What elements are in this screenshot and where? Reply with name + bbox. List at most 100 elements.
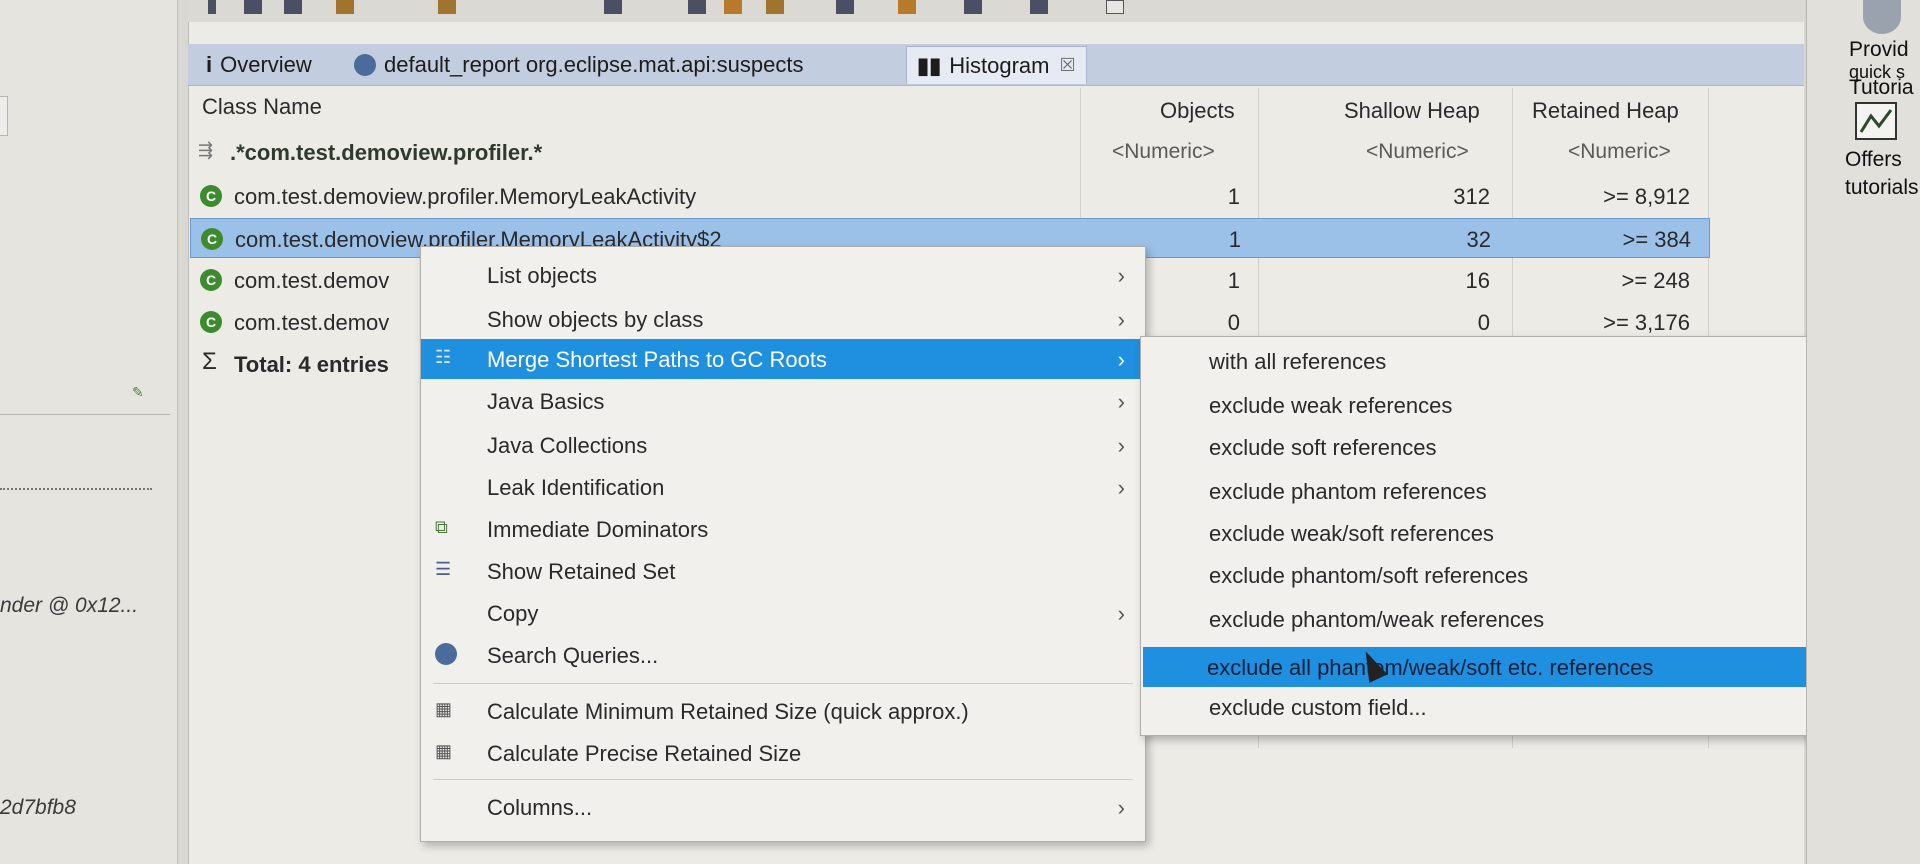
table-row[interactable]: C com.test.demoview.profiler.MemoryLeakA… xyxy=(190,176,1710,216)
regex-icon: ⇶ xyxy=(198,140,214,160)
menu-item-label: Show Retained Set xyxy=(487,559,676,584)
menu-item-label: Leak Identification xyxy=(487,475,665,500)
submenu-item[interactable]: with all references xyxy=(1141,341,1839,381)
toolbar-icon[interactable] xyxy=(208,0,216,14)
chevron-right-icon: › xyxy=(1117,347,1125,372)
tutorial-icon[interactable] xyxy=(1855,102,1897,140)
toolbar-icon[interactable] xyxy=(244,0,262,14)
calculator-icon: ▦ xyxy=(435,741,453,761)
toolbar-icon[interactable] xyxy=(766,0,784,14)
column-header-retained-heap[interactable]: Retained Heap xyxy=(1532,98,1679,124)
total-entries: Total: 4 entries xyxy=(234,352,389,377)
submenu-item-label: with all references xyxy=(1209,349,1387,374)
table-header: Class Name Objects Shallow Heap Retained… xyxy=(190,88,1710,130)
shallow-cell: 32 xyxy=(1466,227,1491,252)
menu-item-java-basics[interactable]: Java Basics › xyxy=(421,381,1145,421)
tab-label: default_report org.eclipse.mat.api:suspe… xyxy=(384,52,804,77)
menu-item-columns[interactable]: Columns... › xyxy=(421,787,1145,827)
search-queries-icon xyxy=(435,643,457,665)
column-header-shallow-heap[interactable]: Shallow Heap xyxy=(1344,98,1480,124)
pin-icon[interactable]: ✎ xyxy=(132,384,144,401)
objects-cell: 1 xyxy=(1227,268,1240,293)
submenu-item-label: exclude all phantom/weak/soft etc. refer… xyxy=(1207,655,1654,680)
objects-filter[interactable]: <Numeric> xyxy=(1112,140,1215,164)
left-pane xyxy=(0,0,178,864)
submenu-item[interactable]: exclude phantom/soft references xyxy=(1141,555,1839,595)
menu-item-label: Columns... xyxy=(487,795,593,820)
menu-item-calc-min-retained[interactable]: ▦ Calculate Minimum Retained Size (quick… xyxy=(421,691,1145,731)
sum-icon: Σ xyxy=(202,348,217,375)
toolbar-icon[interactable] xyxy=(1106,0,1124,14)
retained-cell: >= 384 xyxy=(1622,227,1691,252)
menu-item-show-retained-set[interactable]: ☰ Show Retained Set xyxy=(421,551,1145,591)
menu-item-copy[interactable]: Copy › xyxy=(421,593,1145,633)
toolbar-icon[interactable] xyxy=(898,0,916,14)
submenu-merge-paths: with all references exclude weak referen… xyxy=(1140,336,1840,736)
class-icon: C xyxy=(201,228,223,250)
menu-item-merge-shortest-paths[interactable]: ☷ Merge Shortest Paths to GC Roots › xyxy=(421,339,1145,379)
help-text: Provid xyxy=(1849,38,1909,61)
tab-label: Overview xyxy=(220,52,312,77)
tab-overview[interactable]: i Overview xyxy=(206,46,312,84)
submenu-item[interactable]: exclude soft references xyxy=(1141,427,1839,467)
left-dotted-line xyxy=(0,488,152,490)
menu-item-java-collections[interactable]: Java Collections › xyxy=(421,425,1145,465)
retained-cell: >= 3,176 xyxy=(1603,310,1690,335)
toolbar-icon[interactable] xyxy=(604,0,622,14)
menu-item-leak-identification[interactable]: Leak Identification › xyxy=(421,467,1145,507)
left-text-1: nder @ 0x12... xyxy=(0,594,139,617)
menu-item-calc-precise-retained[interactable]: ▦ Calculate Precise Retained Size xyxy=(421,733,1145,773)
menu-item-show-objects-by-class[interactable]: Show objects by class › xyxy=(421,299,1145,339)
submenu-item-label: exclude soft references xyxy=(1209,435,1437,460)
toolbar-icon[interactable] xyxy=(438,0,456,14)
chevron-right-icon: › xyxy=(1117,795,1125,820)
right-help-pane: Provid quick s Tutoria Offers tutorials xyxy=(1806,0,1920,864)
column-header-objects[interactable]: Objects xyxy=(1160,98,1235,124)
close-icon[interactable]: ☒ xyxy=(1059,55,1075,76)
submenu-item-label: exclude custom field... xyxy=(1209,695,1427,720)
tree-icon: ☷ xyxy=(435,347,452,367)
menu-item-search-queries[interactable]: Search Queries... xyxy=(421,635,1145,675)
submenu-item[interactable]: exclude custom field... xyxy=(1141,687,1839,727)
left-text-2: 2d7bfb8 xyxy=(0,796,76,819)
left-pane-box xyxy=(0,96,8,136)
context-menu: List objects › Show objects by class › ☷… xyxy=(420,246,1146,842)
menu-item-label: Java Collections xyxy=(487,433,648,458)
menu-item-list-objects[interactable]: List objects › xyxy=(421,255,1145,295)
menu-item-label: Calculate Precise Retained Size xyxy=(487,741,802,766)
class-name-filter[interactable]: .*com.test.demoview.profiler.* xyxy=(230,140,542,166)
menu-item-label: Java Basics xyxy=(487,389,605,414)
dominator-icon: ⧉ xyxy=(435,517,448,537)
submenu-item[interactable]: exclude weak references xyxy=(1141,385,1839,425)
menu-item-immediate-dominators[interactable]: ⧉ Immediate Dominators xyxy=(421,509,1145,549)
menu-item-label: Show objects by class xyxy=(487,307,704,332)
retained-filter[interactable]: <Numeric> xyxy=(1568,140,1671,164)
calculator-icon: ▦ xyxy=(435,699,453,719)
toolbar-icon[interactable] xyxy=(964,0,982,14)
retained-cell: >= 248 xyxy=(1621,268,1690,293)
submenu-item[interactable]: exclude phantom/weak references xyxy=(1141,599,1839,639)
submenu-item[interactable]: exclude weak/soft references xyxy=(1141,513,1839,553)
tab-default-report[interactable]: default_report org.eclipse.mat.api:suspe… xyxy=(354,46,803,84)
retained-set-icon: ☰ xyxy=(435,559,452,579)
help-icon[interactable] xyxy=(1863,0,1901,34)
chevron-right-icon: › xyxy=(1117,389,1125,414)
histogram-icon: ▮▮ xyxy=(917,52,942,78)
submenu-item[interactable]: exclude phantom references xyxy=(1141,471,1839,511)
toolbar-icon[interactable] xyxy=(1030,0,1048,14)
submenu-item-label: exclude phantom references xyxy=(1209,479,1487,504)
tutorial-chart-icon xyxy=(1859,109,1893,133)
chevron-right-icon: › xyxy=(1117,307,1125,332)
column-header-class-name[interactable]: Class Name xyxy=(202,94,322,120)
toolbar-icon[interactable] xyxy=(724,0,742,14)
submenu-item-label: exclude weak references xyxy=(1209,393,1453,418)
shallow-filter[interactable]: <Numeric> xyxy=(1366,140,1469,164)
toolbar-icon[interactable] xyxy=(688,0,706,14)
toolbar-icon[interactable] xyxy=(836,0,854,14)
menu-item-label: Merge Shortest Paths to GC Roots xyxy=(487,347,827,372)
toolbar-icon[interactable] xyxy=(284,0,302,14)
tab-histogram[interactable]: ▮▮ Histogram ☒ xyxy=(906,46,1087,84)
info-icon: i xyxy=(206,52,213,77)
submenu-item-highlighted[interactable]: exclude all phantom/weak/soft etc. refer… xyxy=(1143,647,1837,687)
toolbar-icon[interactable] xyxy=(336,0,354,14)
